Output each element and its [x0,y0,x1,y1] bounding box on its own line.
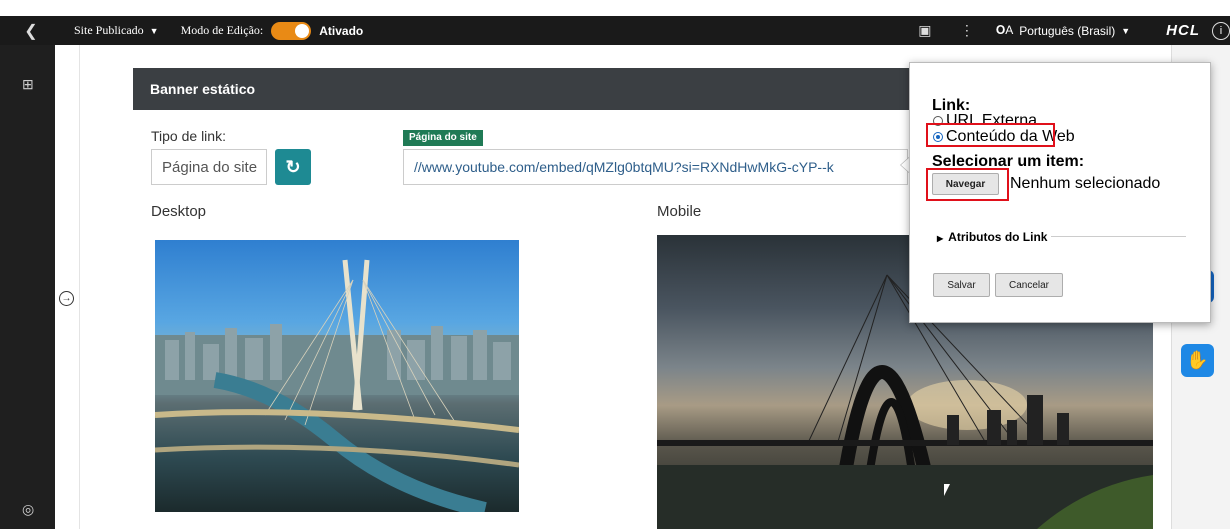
site-published-label: Site Publicado [74,23,144,37]
link-attributes-label: Atributos do Link [948,230,1048,244]
back-chevron-icon[interactable]: ❮ [0,16,62,45]
panel-title: Banner estático [133,68,923,110]
sign-language-hands-icon: ✋ [1186,350,1209,370]
bridge-photo-desktop [155,259,519,512]
site-page-badge: Página do site [403,130,483,146]
refresh-icon: ↻ [285,156,301,177]
refresh-button[interactable]: ↻ [275,149,311,185]
none-selected-text: Nenhum selecionado [1010,175,1161,192]
caret-right-icon: ▶ [937,234,944,243]
panel-toggle-icon[interactable]: ▣ [910,22,940,39]
language-selector[interactable]: 𝚶A Português (Brasil) ▼ [996,23,1130,38]
sign-language-button[interactable]: ✋ [1181,344,1214,377]
add-panel-icon[interactable]: ⊞ [22,76,34,93]
highlight-box-browse [926,168,1009,201]
language-label: Português (Brasil) [1019,23,1116,38]
collapse-strip [55,45,80,529]
expand-arrow-icon[interactable]: → [59,291,74,306]
info-icon[interactable]: i [1212,21,1230,40]
desktop-label: Desktop [151,203,207,220]
translate-icon: 𝚶A [995,23,1014,37]
caret-down-icon: ▼ [1121,25,1131,36]
url-input[interactable]: //www.youtube.com/embed/qMZlg0btqMU?si=R… [403,149,908,185]
caret-down-icon: ▼ [149,25,159,36]
mobile-label: Mobile [657,203,702,220]
site-published-dropdown[interactable]: Site Publicado ▼ [74,23,159,38]
cancel-button[interactable]: Cancelar [995,273,1063,297]
link-attributes-toggle[interactable]: ▶ Atributos do Link [937,230,1047,244]
edit-mode-toggle[interactable] [271,21,312,40]
left-rail: ⊞ ◎ [0,45,55,529]
top-toolbar: ❮ Site Publicado ▼ Modo de Edição: Ativa… [0,0,1230,45]
hcl-logo: HCL [1166,22,1200,39]
divider [1051,236,1186,237]
save-button[interactable]: Salvar [933,273,990,297]
link-type-label: Tipo de link: [151,128,226,144]
help-lifebuoy-icon[interactable]: ◎ [22,501,34,518]
edit-mode-state: Ativado [319,23,364,38]
desktop-banner-image[interactable] [155,240,519,512]
more-vertical-icon[interactable]: ⋮ [952,22,982,39]
edit-mode-label: Modo de Edição: [180,23,264,37]
link-type-select[interactable]: Página do site [151,149,267,185]
highlight-box-web-content [926,123,1055,147]
mouse-cursor [944,484,950,496]
